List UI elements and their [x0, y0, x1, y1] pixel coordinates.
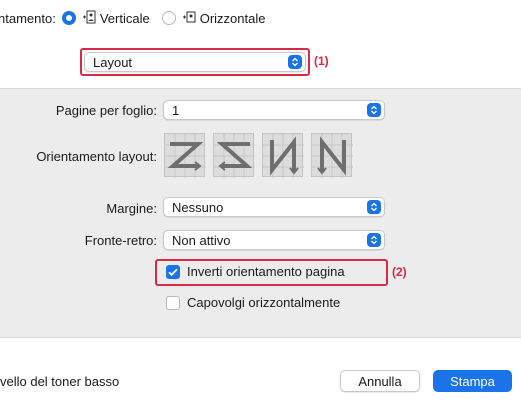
- pages-per-sheet-value: 1: [172, 102, 180, 118]
- chevron-updown-icon: [367, 233, 381, 247]
- print-button[interactable]: Stampa: [433, 370, 512, 392]
- layout-direction-reverse-n-button[interactable]: [311, 133, 353, 178]
- portrait-icon: [82, 10, 96, 27]
- chevron-updown-icon: [367, 103, 381, 117]
- orientation-radio-landscape[interactable]: [161, 11, 176, 25]
- toner-status-text: vello del toner basso: [0, 374, 120, 389]
- reverse-z-direction-icon: [214, 134, 255, 178]
- orientation-radio-portrait[interactable]: [61, 11, 76, 25]
- callout-box-2: [155, 259, 388, 286]
- flip-horizontal-checkbox[interactable]: [166, 296, 180, 310]
- n-direction-icon: [263, 134, 304, 178]
- callout-number-1: (1): [314, 54, 329, 68]
- cancel-button[interactable]: Annulla: [340, 370, 420, 392]
- layout-direction-reverse-z-button[interactable]: [213, 133, 255, 178]
- orientation-label-landscape: Orizzontale: [199, 10, 266, 26]
- pages-per-sheet-label: Pagine per foglio:: [55, 103, 157, 118]
- layout-direction-label: Orientamento layout:: [36, 149, 157, 164]
- callout-number-2: (2): [392, 265, 407, 279]
- two-sided-label: Fronte-retro:: [84, 233, 157, 248]
- chevron-updown-icon: [367, 200, 381, 214]
- pages-per-sheet-select[interactable]: 1: [163, 100, 385, 120]
- reverse-n-direction-icon: [312, 134, 353, 178]
- two-sided-select[interactable]: Non attivo: [163, 230, 385, 250]
- orientation-label: ntamento:: [0, 10, 56, 26]
- border-select[interactable]: Nessuno: [163, 197, 385, 217]
- border-value: Nessuno: [172, 199, 224, 215]
- orientation-label-portrait: Verticale: [99, 10, 150, 26]
- orientation-row: ntamento: Verticale Orizzontale: [0, 8, 265, 28]
- layout-direction-z-button[interactable]: [164, 133, 206, 178]
- two-sided-value: Non attivo: [172, 232, 231, 248]
- z-direction-icon: [165, 134, 206, 178]
- flip-horizontal-label: Capovolgi orizzontalmente: [187, 295, 341, 310]
- border-label: Margine:: [106, 201, 157, 216]
- layout-direction-n-button[interactable]: [262, 133, 304, 178]
- landscape-icon: [182, 10, 196, 27]
- callout-box-1: [80, 48, 310, 76]
